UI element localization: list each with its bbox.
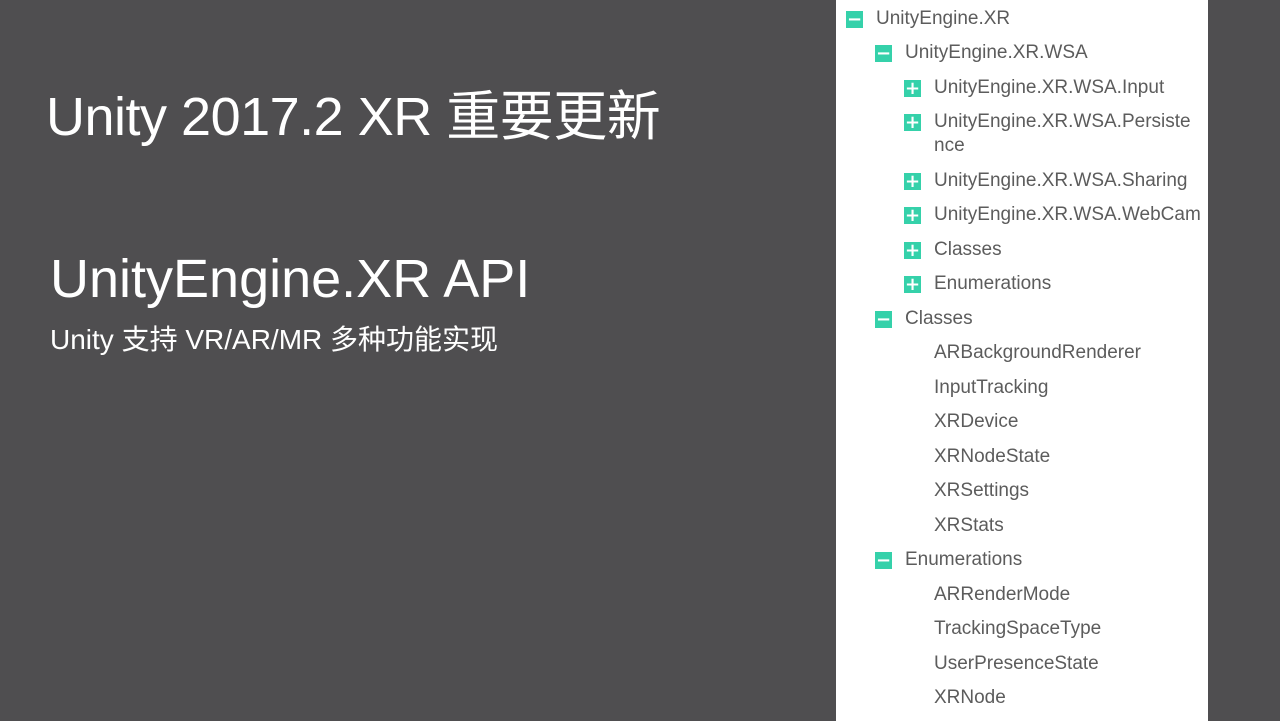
expand-icon[interactable]: + xyxy=(904,207,921,225)
tree-label[interactable]: UnityEngine.XR.WSA xyxy=(905,41,1088,65)
slide-content: Unity 2017.2 XR 重要更新 UnityEngine.XR API … xyxy=(0,0,836,721)
expand-icon[interactable]: + xyxy=(904,80,921,98)
collapse-icon[interactable]: − xyxy=(875,311,892,329)
tree-label[interactable]: XRStats xyxy=(934,514,1004,538)
tree-label[interactable]: UnityEngine.XR.WSA.Input xyxy=(934,76,1164,100)
right-background-strip xyxy=(1208,0,1280,721)
tree-label[interactable]: UnityEngine.XR.WSA.Sharing xyxy=(934,169,1187,193)
tree-label[interactable]: ARBackgroundRenderer xyxy=(934,341,1141,365)
tree-label[interactable]: UserPresenceState xyxy=(934,652,1099,676)
tree-label[interactable]: XRNodeState xyxy=(934,445,1050,469)
tree-label[interactable]: UnityEngine.XR.WSA.Persistence xyxy=(934,110,1196,158)
api-tree-panel: − UnityEngine.XR − UnityEngine.XR.WSA + … xyxy=(836,0,1208,721)
api-title: UnityEngine.XR API xyxy=(50,249,531,309)
collapse-icon[interactable]: − xyxy=(875,552,892,570)
tree-label[interactable]: ARRenderMode xyxy=(934,583,1070,607)
expand-icon[interactable]: + xyxy=(904,114,921,132)
api-subtitle: Unity 支持 VR/AR/MR 多种功能实现 xyxy=(50,324,499,355)
tree-label[interactable]: XRDevice xyxy=(934,410,1018,434)
tree-label[interactable]: UnityEngine.XR.WSA.WebCam xyxy=(934,203,1201,227)
tree-label[interactable]: XRSettings xyxy=(934,479,1029,503)
tree-label[interactable]: InputTracking xyxy=(934,376,1048,400)
expand-icon[interactable]: + xyxy=(904,242,921,260)
expand-icon[interactable]: + xyxy=(904,276,921,294)
tree-label[interactable]: Classes xyxy=(905,307,973,331)
tree-label[interactable]: Enumerations xyxy=(934,272,1051,296)
tree-label[interactable]: XRNode xyxy=(934,686,1006,710)
slide-title: Unity 2017.2 XR 重要更新 xyxy=(46,87,661,147)
expand-icon[interactable]: + xyxy=(904,173,921,191)
tree-item-wsa-persistence[interactable]: + UnityEngine.XR.WSA.Persistence xyxy=(836,110,1191,158)
tree-label[interactable]: TrackingSpaceType xyxy=(934,617,1101,641)
collapse-icon[interactable]: − xyxy=(846,11,863,29)
tree-label[interactable]: Enumerations xyxy=(905,548,1022,572)
tree-label[interactable]: Classes xyxy=(934,238,1002,262)
tree-label[interactable]: UnityEngine.XR xyxy=(876,7,1010,31)
collapse-icon[interactable]: − xyxy=(875,45,892,63)
